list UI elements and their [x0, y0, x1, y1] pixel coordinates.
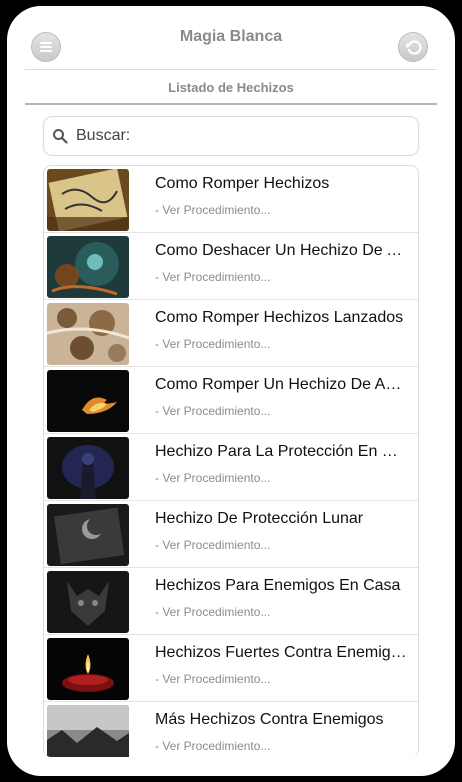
spell-list: Como Romper Hechizos - Ver Procedimiento…: [43, 165, 419, 757]
list-item-title: Como Romper Un Hechizo De Amor: [155, 376, 407, 393]
list-item-subtitle: - Ver Procedimiento...: [155, 471, 271, 485]
list-item-title: Más Hechizos Contra Enemigos: [155, 711, 384, 728]
list-item-title: Como Deshacer Un Hechizo De Amor: [155, 242, 407, 259]
search-box[interactable]: [43, 116, 419, 156]
list-item-subtitle: - Ver Procedimiento...: [155, 270, 271, 284]
menu-button[interactable]: [31, 32, 61, 62]
back-button[interactable]: [398, 32, 428, 62]
list-item[interactable]: Hechizo De Protección Lunar - Ver Proced…: [44, 501, 418, 568]
list-item[interactable]: Más Hechizos Contra Enemigos - Ver Proce…: [44, 702, 418, 757]
list-item-subtitle: - Ver Procedimiento...: [155, 605, 271, 619]
list-item-subtitle: - Ver Procedimiento...: [155, 337, 271, 351]
list-item[interactable]: Hechizos Para Enemigos En Casa - Ver Pro…: [44, 568, 418, 635]
list-item-title: Hechizo Para La Protección En Casa: [155, 443, 407, 460]
fire-thumbnail: [47, 370, 129, 432]
list-item-subtitle: - Ver Procedimiento...: [155, 672, 271, 686]
list-item[interactable]: Como Romper Un Hechizo De Amor - Ver Pro…: [44, 367, 418, 434]
moon-book-thumbnail: [47, 504, 129, 566]
list-item-subtitle: - Ver Procedimiento...: [155, 404, 271, 418]
app-frame: Magia Blanca Listado de Hechizos Buscar:…: [7, 6, 455, 776]
dark-landscape-thumbnail: [47, 705, 129, 757]
section-subtitle: Listado de Hechizos: [168, 79, 294, 95]
search-input[interactable]: [76, 121, 418, 151]
list-item-title: Hechizos Para Enemigos En Casa: [155, 577, 401, 594]
glowing-magic-thumbnail: [47, 236, 129, 298]
list-item[interactable]: Hechizos Fuertes Contra Enemigos - Ver P…: [44, 635, 418, 702]
sepia-pattern-thumbnail: [47, 303, 129, 365]
list-item-title: Hechizos Fuertes Contra Enemigos: [155, 644, 407, 661]
list-item-title: Como Romper Hechizos Lanzados: [155, 309, 404, 326]
list-item[interactable]: Como Romper Hechizos Lanzados - Ver Proc…: [44, 300, 418, 367]
list-item[interactable]: Como Deshacer Un Hechizo De Amor - Ver P…: [44, 233, 418, 300]
header-bar: Magia Blanca: [7, 6, 455, 68]
page-title: Magia Blanca: [179, 28, 283, 45]
scroll-paper-thumbnail: [47, 169, 129, 231]
list-item-title: Hechizo De Protección Lunar: [155, 510, 364, 527]
list-item[interactable]: Como Romper Hechizos - Ver Procedimiento…: [44, 166, 418, 233]
search-icon: [52, 127, 70, 145]
list-item[interactable]: Hechizo Para La Protección En Casa - Ver…: [44, 434, 418, 501]
candle-thumbnail: [47, 638, 129, 700]
hooded-figure-thumbnail: [47, 437, 129, 499]
list-item-title: Como Romper Hechizos: [155, 175, 330, 192]
menu-icon: [40, 42, 52, 52]
list-item-subtitle: - Ver Procedimiento...: [155, 203, 271, 217]
back-arrow-icon: [406, 40, 422, 55]
subtitle-divider: [25, 103, 437, 105]
list-item-subtitle: - Ver Procedimiento...: [155, 538, 271, 552]
demon-face-thumbnail: [47, 571, 129, 633]
list-item-subtitle: - Ver Procedimiento...: [155, 739, 271, 753]
